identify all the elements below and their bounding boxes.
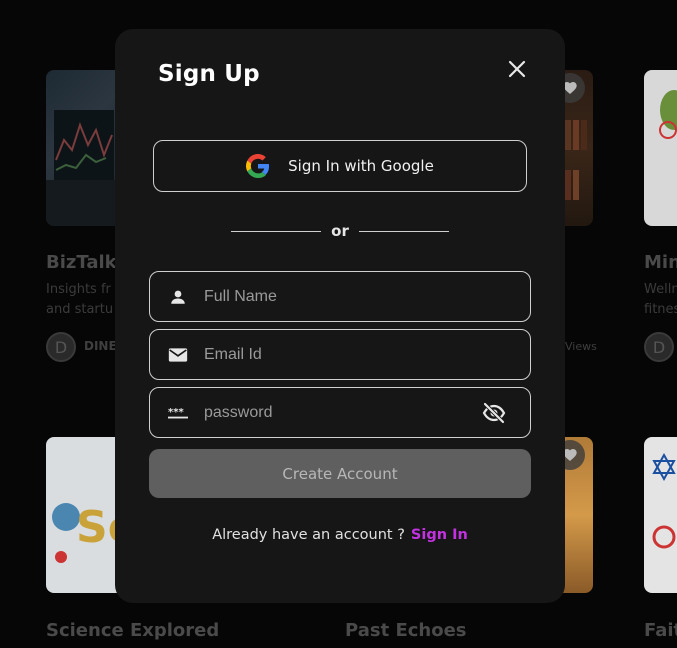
faith-symbols-image: [652, 452, 676, 549]
full-name-input[interactable]: [204, 287, 474, 306]
person-icon: [168, 287, 188, 307]
divider-line: [359, 231, 449, 232]
card-title: Past Echoes: [345, 620, 467, 641]
close-button[interactable]: [505, 57, 529, 81]
or-divider: or: [230, 222, 450, 242]
divider-line: [231, 231, 321, 232]
card-desc-line: Insights fr: [46, 282, 111, 297]
mail-icon: [168, 345, 188, 365]
card-title: Science Explored: [46, 620, 220, 641]
card-author: DINE: [84, 339, 117, 353]
card-image: [46, 70, 126, 226]
signin-prompt-text: Already have an account ?: [212, 527, 405, 543]
email-field[interactable]: [149, 329, 531, 380]
google-signin-label: Sign In with Google: [288, 157, 434, 175]
google-signin-button[interactable]: Sign In with Google: [153, 140, 527, 192]
card-views: Views: [565, 340, 597, 353]
password-field[interactable]: ***: [149, 387, 531, 438]
page: BizTalk C Insights fr and startu D DINE …: [0, 0, 677, 648]
wellness-image: [659, 90, 677, 139]
close-icon: [508, 60, 526, 78]
card-image: [644, 70, 677, 226]
toggle-password-visibility[interactable]: [482, 402, 506, 424]
card-desc-line: Welln: [644, 282, 677, 297]
avatar: D: [644, 332, 674, 362]
card-image: Sc: [46, 437, 126, 593]
create-account-button[interactable]: Create Account: [149, 449, 531, 498]
card-desc-line: and startu: [46, 302, 114, 317]
science-image: Sc: [52, 502, 126, 563]
password-input[interactable]: [204, 403, 474, 422]
svg-text:***: ***: [168, 406, 184, 417]
signin-link[interactable]: Sign In: [411, 527, 468, 543]
eye-off-icon: [482, 402, 506, 424]
full-name-field[interactable]: [149, 271, 531, 322]
card-title: Faith: [644, 620, 677, 641]
card-title: Mind: [644, 252, 677, 273]
password-icon: ***: [168, 403, 188, 423]
card-desc-line: fitnes: [644, 302, 677, 317]
modal-title: Sign Up: [158, 61, 260, 87]
signup-modal: Sign Up Sign In with Google or Full Name…: [115, 29, 565, 603]
stock-chart-image: [46, 110, 126, 226]
signin-prompt: Already have an account ? Sign In: [115, 527, 565, 543]
divider-text: or: [331, 222, 349, 240]
card-image: [644, 437, 677, 593]
email-input[interactable]: [204, 345, 474, 364]
google-icon: [246, 154, 270, 178]
avatar: D: [46, 332, 76, 362]
